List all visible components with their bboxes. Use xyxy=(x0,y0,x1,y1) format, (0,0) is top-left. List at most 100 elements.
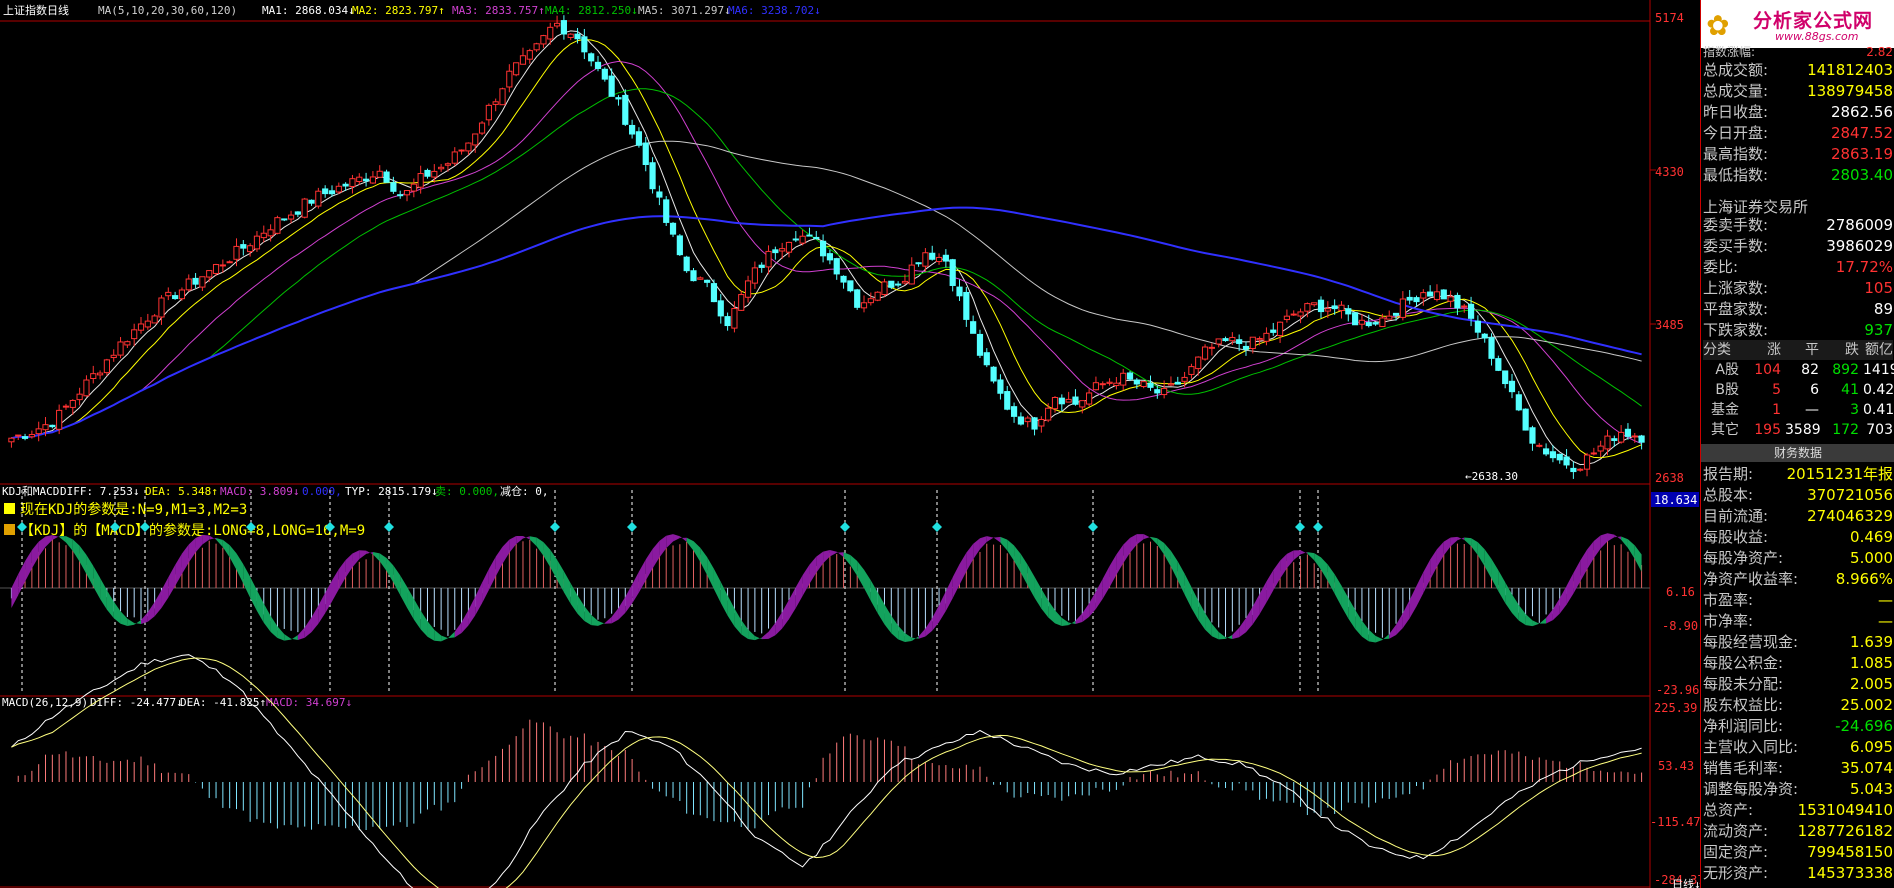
kdj-axis-current: 18.634 xyxy=(1654,493,1697,507)
candle-body xyxy=(451,151,458,164)
candle-body xyxy=(867,298,874,304)
candle-body xyxy=(758,264,765,268)
candle-body xyxy=(1549,451,1557,459)
signal-diamond-icon xyxy=(840,522,850,532)
category-cell: 0.418 xyxy=(1863,402,1894,418)
kdj-band xyxy=(1505,582,1512,613)
kdj-band xyxy=(297,627,305,640)
info-value: 1.085 xyxy=(1850,654,1893,672)
kdj-band xyxy=(1089,591,1096,617)
kdj-band xyxy=(175,553,182,587)
kdj-band xyxy=(829,549,837,557)
kdj-band xyxy=(1457,536,1465,541)
kdj-band xyxy=(147,602,155,622)
financial-data-tab[interactable]: 财务数据 xyxy=(1701,444,1894,462)
ma2-value: MA2: 2823.797↑ xyxy=(352,4,445,17)
kdj-band xyxy=(1095,578,1103,609)
candle-body xyxy=(1515,394,1522,411)
candle-body xyxy=(854,289,861,308)
candle-body xyxy=(942,254,949,262)
candle-body xyxy=(1010,406,1018,417)
kdj-param-line1: 现在KDJ的参数是:N=9,M1=3,M2=3 xyxy=(20,501,247,518)
kdj-band xyxy=(1593,535,1601,559)
candle-body xyxy=(1488,337,1495,359)
candle-body xyxy=(840,275,847,283)
category-row: A股 104 82 8921419 xyxy=(1703,360,1894,380)
kdj-band xyxy=(727,595,735,627)
macd-axis-label: -115.47 xyxy=(1650,815,1700,829)
candle-body xyxy=(1447,296,1454,302)
signal-diamond-icon xyxy=(384,522,394,532)
kdj-band xyxy=(1252,593,1260,625)
kdj-band xyxy=(932,605,940,631)
price-axis-label: 4330 xyxy=(1655,165,1684,179)
candle-body xyxy=(1522,408,1529,431)
kdj-band xyxy=(11,574,19,609)
kdj-band xyxy=(495,546,503,577)
kdj-band xyxy=(939,591,946,623)
candle-body xyxy=(1386,315,1393,320)
kdj-band xyxy=(1266,570,1274,603)
candle-body xyxy=(588,53,595,62)
kdj-band xyxy=(345,553,353,578)
candle-body xyxy=(274,217,281,234)
kdj-band xyxy=(1375,635,1383,643)
info-value: 3986029 xyxy=(1826,237,1893,255)
info-row: 固定资产: 799458150 xyxy=(1703,842,1893,862)
candle-body xyxy=(1126,372,1134,380)
candle-body xyxy=(813,236,820,240)
candle-body xyxy=(110,354,117,359)
ma-params: MA(5,10,20,30,60,120) xyxy=(98,4,237,17)
kdj-band xyxy=(1348,597,1356,629)
candle-body xyxy=(1461,305,1468,308)
candle-body xyxy=(1215,338,1222,345)
category-header: 跌 xyxy=(1845,342,1859,358)
kdj-band xyxy=(550,549,558,580)
candle-body xyxy=(472,133,479,146)
candle-body xyxy=(315,190,322,207)
info-row: 委买手数: 3986029 xyxy=(1703,236,1893,256)
info-label: 流动资产: xyxy=(1703,822,1769,840)
info-row: 总股本: 370721056 xyxy=(1703,485,1893,505)
kdj-band xyxy=(318,592,326,624)
candle-body xyxy=(131,329,138,340)
candle-body xyxy=(137,323,145,331)
info-row: 每股未分配: 2.005 xyxy=(1703,674,1893,694)
candle-body xyxy=(287,214,295,220)
candle-body xyxy=(117,341,124,356)
info-row: 上涨家数: 105 xyxy=(1703,278,1893,298)
chart-area[interactable]: 上证指数日线 MA(5,10,20,30,60,120) MA1: 2868.0… xyxy=(0,0,1700,888)
signal-diamond-icon xyxy=(1088,522,1098,532)
candle-body xyxy=(956,286,963,297)
candle-body xyxy=(28,434,35,438)
kdj-band xyxy=(1559,585,1567,614)
kdj-band xyxy=(577,595,585,622)
kdj-band xyxy=(168,564,176,598)
kdj-band xyxy=(918,628,926,639)
info-value: 370721056 xyxy=(1807,486,1893,504)
candle-body xyxy=(1399,298,1406,318)
info-value: 1.639 xyxy=(1850,633,1893,651)
category-table: 分类 涨 平 跌额亿 A股 104 82 8921419 B股 5 6 410.423 基金 1 — 30.4… xyxy=(1703,340,1894,440)
kdj-band xyxy=(304,617,312,638)
category-cell: 其它 xyxy=(1711,422,1739,438)
kdj-band xyxy=(1075,613,1083,624)
kdj-band xyxy=(1355,609,1362,637)
info-value: 138979458 xyxy=(1807,82,1893,100)
candle-body xyxy=(1188,366,1195,375)
logo-brand: 分析家公式网 xyxy=(1753,10,1874,32)
candle-body xyxy=(772,249,779,254)
candle-body xyxy=(1270,329,1277,333)
candle-body xyxy=(444,163,452,166)
candle-body xyxy=(526,50,533,60)
candle-body xyxy=(1140,381,1147,388)
kdj-band xyxy=(761,631,769,640)
kdj-band xyxy=(413,598,421,630)
kdj-band xyxy=(768,622,776,639)
info-row: 股东权益比: 25.002 xyxy=(1703,695,1893,715)
period-label: 日线↓ xyxy=(1672,877,1700,888)
kdj-band xyxy=(1205,612,1212,637)
candle-body xyxy=(751,267,758,284)
candle-body xyxy=(1120,372,1127,386)
kdj-band xyxy=(1491,558,1499,592)
